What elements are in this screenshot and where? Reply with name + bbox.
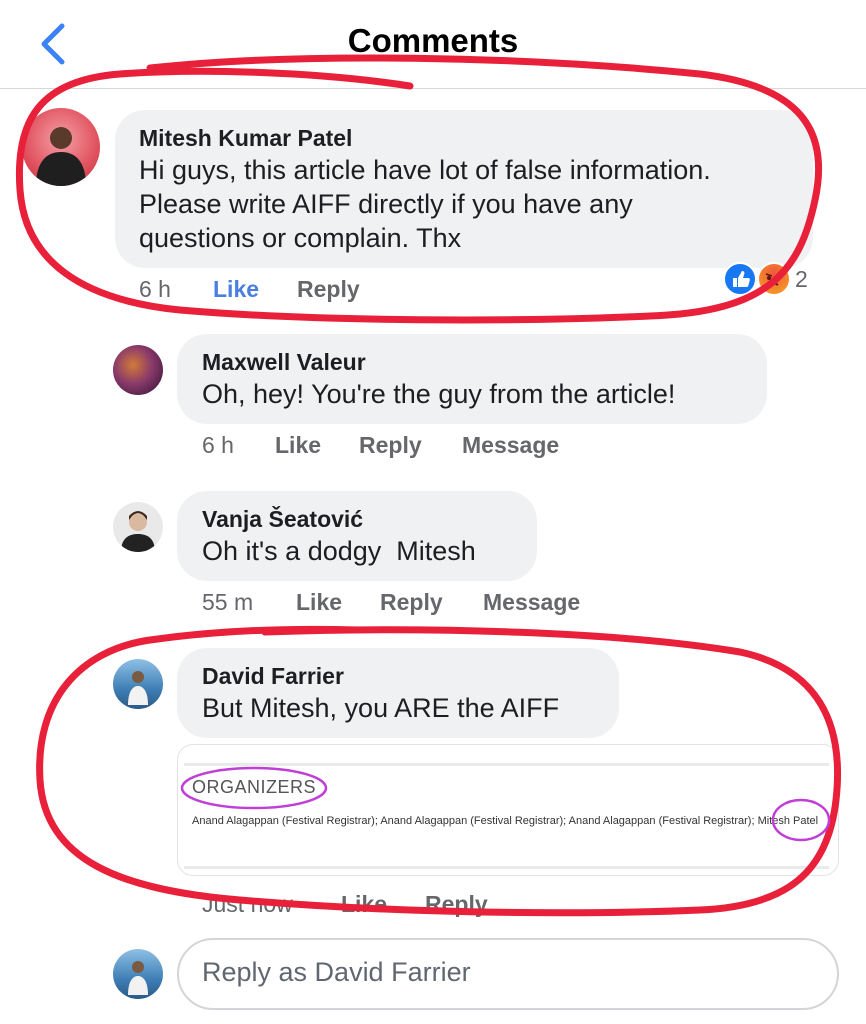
annotation-circle-mitesh [771,798,831,842]
annotation-overlay [15,54,842,917]
annotation-circle-top [15,54,823,324]
annotation-circle-bottom [36,625,842,917]
annotation-circle-organizers [180,766,328,810]
